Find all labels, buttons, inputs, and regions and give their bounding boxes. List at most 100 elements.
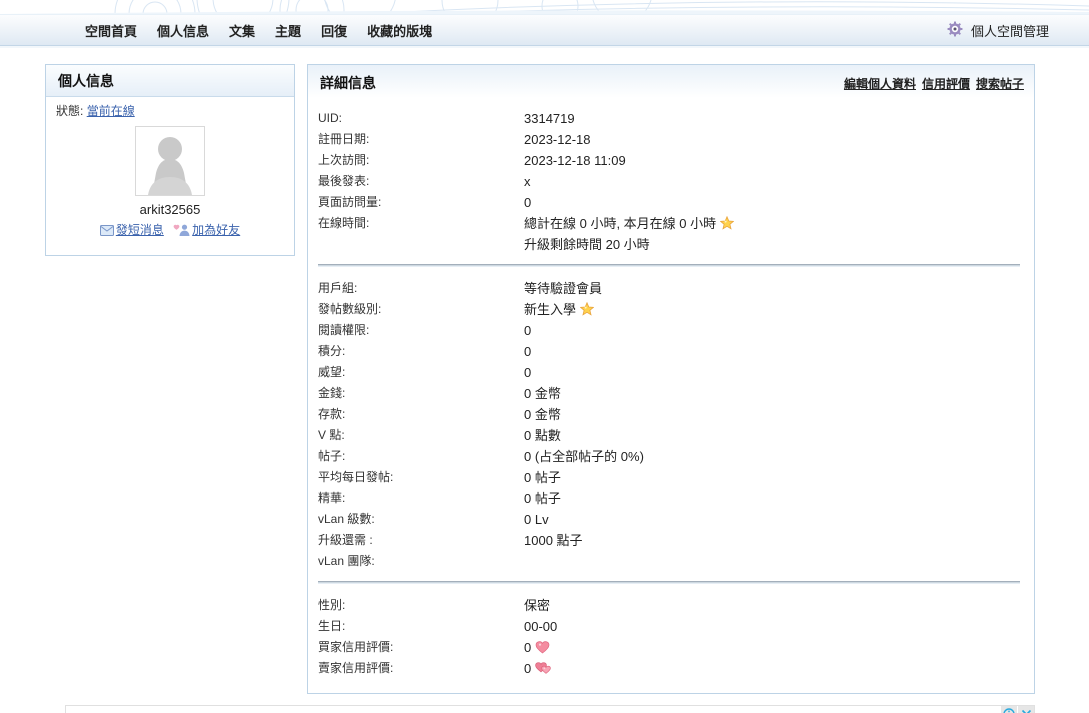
envelope-icon [99,225,114,239]
detail-row-value: 等待驗證會員 [524,281,603,296]
detail-row-value: 0 帖子 [524,491,561,506]
detail-row-value: 0 [524,195,532,210]
detail-row-value: x [524,174,531,189]
detail-row: 帖子: 0 (占全部帖子的 0%) [318,446,1020,467]
detail-row-label: 最後發表: [318,174,370,188]
detail-row-label: 閱讀權限: [318,323,370,337]
detail-row-value: 2023-12-18 11:09 [524,153,626,168]
avatar [135,126,205,196]
star-icon [719,213,735,234]
detail-row: 精華: 0 帖子 [318,488,1020,509]
detail-row-value: 0 [524,658,552,679]
decorative-swirls [0,0,1089,14]
double-heart-icon [535,658,552,679]
heart-icon [535,637,550,658]
add-friend-link[interactable]: 加為好友 [192,223,240,237]
detail-row: UID: 3314719 [318,108,1020,129]
detail-row-label: UID: [318,111,342,125]
detail-row-label: 上次訪問: [318,153,370,167]
detail-row-value: 0 [524,323,532,338]
detail-row-label: vLan 級數: [318,512,375,526]
detail-row-value: 0 金幣 [524,407,561,422]
detail-row: 金錢: 0 金幣 [318,383,1020,404]
detail-row-value: 0 [524,365,532,380]
detail-row-label: 賣家信用評價: [318,661,394,675]
detail-row-value: 0 [524,344,532,359]
detail-row-label: 註冊日期: [318,132,370,146]
detail-row-value: 1000 點子 [524,533,583,548]
detail-row-value: 3314719 [524,111,575,126]
detail-row-label: 發帖數級別: [318,302,382,316]
detail-row-label: 性別: [318,598,346,612]
detail-row: vLan 級數: 0 Lv [318,509,1020,530]
details-header-links: 編輯個人資料 信用評價 搜索帖子 [838,75,1024,92]
nav-item[interactable]: 回復 [311,21,357,40]
detail-row: 積分: 0 [318,341,1020,362]
profile-card-title: 個人信息 [46,65,294,97]
details-panel: 詳細信息 編輯個人資料 信用評價 搜索帖子 UID: 3314719 註冊日期: 2023… [307,64,1035,694]
username: arkit32565 [139,202,201,217]
detail-row: 生日: 00-00 [318,616,1020,637]
detail-row-label: 頁面訪問量: [318,195,382,209]
detail-sections: UID: 3314719 註冊日期: 2023-12-18 上次訪問: 2023-12-1… [308,98,1034,693]
detail-row: vLan 團隊: [318,551,1020,572]
nav-item[interactable]: 文集 [219,21,265,40]
detail-row-value: 0 金幣 [524,386,561,401]
decorative-header-band [0,0,1089,14]
detail-row-label: vLan 團隊: [318,554,375,568]
nav-item[interactable]: 主題 [265,21,311,40]
detail-row-label: 生日: [318,619,346,633]
nav-item[interactable]: 空間首頁 [75,21,147,40]
nav-item[interactable]: 收藏的版塊 [357,21,442,40]
space-manage-link[interactable]: 個人空間管理 [971,21,1049,40]
detail-row: 買家信用評價: 0 [318,637,1020,658]
detail-row: 註冊日期: 2023-12-18 [318,129,1020,150]
ad-close-icon[interactable] [1018,706,1034,713]
ad-info-icon[interactable] [1001,706,1017,713]
detail-row-label: 買家信用評價: [318,640,394,654]
detail-row: 發帖數級別: 新生入學 [318,299,1020,320]
nav-item[interactable]: 個人信息 [147,21,219,40]
detail-row: 閱讀權限: 0 [318,320,1020,341]
detail-row-label: V 點: [318,428,345,442]
detail-row-label: 威望: [318,365,346,379]
add-friend-icon [173,224,190,239]
detail-row-value: 新生入學 [524,299,595,320]
details-header-link[interactable]: 信用評價 [922,77,970,91]
detail-row-value: 0 點數 [524,428,561,443]
detail-row: V 點: 0 點數 [318,425,1020,446]
section-divider [318,581,1020,584]
detail-row: 威望: 0 [318,362,1020,383]
detail-row: 用戶組: 等待驗證會員 [318,278,1020,299]
detail-row-label: 升級還需 : [318,533,373,547]
detail-row: 在線時間: 總計在線 0 小時, 本月在線 0 小時 升級剩餘時間 20 小時 [318,213,1020,255]
section-divider [318,264,1020,267]
detail-row-value: 保密 [524,598,551,613]
detail-row: 最後發表: x [318,171,1020,192]
detail-row: 性別: 保密 [318,595,1020,616]
detail-row-value: 0 (占全部帖子的 0%) [524,449,644,464]
details-header-link[interactable]: 編輯個人資料 [844,77,916,91]
status-online-link[interactable]: 當前在線 [87,104,135,118]
status-label: 狀態: [56,104,84,118]
details-header-link[interactable]: 搜索帖子 [976,77,1024,91]
detail-row: 平均每日發帖: 0 帖子 [318,467,1020,488]
detail-row-label: 積分: [318,344,346,358]
detail-row-value: 2023-12-18 [524,132,591,147]
detail-row-label: 在線時間: [318,216,370,230]
detail-row-value: 0 [524,637,550,658]
space-manage[interactable]: 個人空間管理 [947,21,1049,40]
status-line: 狀態: 當前在線 [54,100,286,123]
detail-row-label: 用戶組: [318,281,358,295]
detail-row: 升級還需 : 1000 點子 [318,530,1020,551]
send-message-link[interactable]: 發短消息 [116,223,164,237]
detail-row-label: 帖子: [318,449,346,463]
profile-card: 個人信息 狀態: 當前在線 arkit32565 發短消息 加為好友 [45,64,295,256]
detail-row: 頁面訪問量: 0 [318,192,1020,213]
nav-items: 空間首頁 個人信息 文集 主題 回復 收藏的版塊 [75,21,442,40]
detail-row-label: 精華: [318,491,346,505]
detail-row-label: 平均每日發帖: [318,470,394,484]
gear-icon [947,21,963,40]
top-navbar: 空間首頁 個人信息 文集 主題 回復 收藏的版塊 個人空間管理 [0,14,1089,46]
avatar-silhouette-icon [136,127,204,195]
